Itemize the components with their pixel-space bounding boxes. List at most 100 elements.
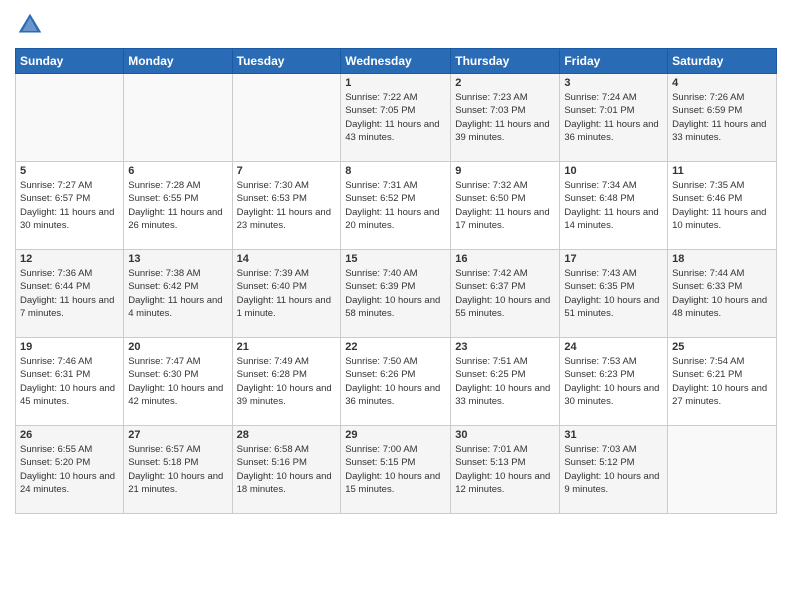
day-number: 5 xyxy=(20,165,119,177)
day-number: 21 xyxy=(237,341,337,353)
day-info: Sunrise: 7:27 AMSunset: 6:57 PMDaylight:… xyxy=(20,179,119,232)
day-number: 23 xyxy=(455,341,555,353)
calendar-cell: 21 Sunrise: 7:49 AMSunset: 6:28 PMDayligh… xyxy=(232,338,341,426)
day-info: Sunrise: 7:38 AMSunset: 6:42 PMDaylight:… xyxy=(128,267,227,320)
weekday-header-thursday: Thursday xyxy=(451,49,560,74)
calendar-cell: 27 Sunrise: 6:57 AMSunset: 5:18 PMDayligh… xyxy=(124,426,232,514)
calendar-cell: 1 Sunrise: 7:22 AMSunset: 7:05 PMDaylight… xyxy=(341,74,451,162)
calendar-cell: 18 Sunrise: 7:44 AMSunset: 6:33 PMDayligh… xyxy=(668,250,777,338)
calendar-cell: 13 Sunrise: 7:38 AMSunset: 6:42 PMDayligh… xyxy=(124,250,232,338)
weekday-header-wednesday: Wednesday xyxy=(341,49,451,74)
calendar-cell: 23 Sunrise: 7:51 AMSunset: 6:25 PMDayligh… xyxy=(451,338,560,426)
day-number: 27 xyxy=(128,429,227,441)
day-info: Sunrise: 7:46 AMSunset: 6:31 PMDaylight:… xyxy=(20,355,119,408)
calendar-cell: 6 Sunrise: 7:28 AMSunset: 6:55 PMDaylight… xyxy=(124,162,232,250)
day-info: Sunrise: 7:28 AMSunset: 6:55 PMDaylight:… xyxy=(128,179,227,232)
calendar-cell: 14Sunrise: 7:39 AMSunset: 6:40 PMDayligh… xyxy=(232,250,341,338)
day-number: 9 xyxy=(455,165,555,177)
day-number: 2 xyxy=(455,77,555,89)
day-info: Sunrise: 7:50 AMSunset: 6:26 PMDaylight:… xyxy=(345,355,446,408)
calendar-cell: 28 Sunrise: 6:58 AMSunset: 5:16 PMDayligh… xyxy=(232,426,341,514)
day-number: 20 xyxy=(128,341,227,353)
calendar-cell xyxy=(668,426,777,514)
calendar-cell xyxy=(124,74,232,162)
day-number: 31 xyxy=(564,429,663,441)
day-info: Sunrise: 7:31 AMSunset: 6:52 PMDaylight:… xyxy=(345,179,446,232)
weekday-header-sunday: Sunday xyxy=(16,49,124,74)
calendar-cell xyxy=(16,74,124,162)
weekday-header-row: SundayMondayTuesdayWednesdayThursdayFrid… xyxy=(16,49,777,74)
day-number: 8 xyxy=(345,165,446,177)
day-number: 12 xyxy=(20,253,119,265)
day-info: Sunrise: 7:00 AMSunset: 5:15 PMDaylight:… xyxy=(345,443,446,496)
day-info: Sunrise: 7:53 AMSunset: 6:23 PMDaylight:… xyxy=(564,355,663,408)
weekday-header-monday: Monday xyxy=(124,49,232,74)
day-info: Sunrise: 7:51 AMSunset: 6:25 PMDaylight:… xyxy=(455,355,555,408)
logo xyxy=(15,10,49,40)
day-number: 1 xyxy=(345,77,446,89)
day-number: 16 xyxy=(455,253,555,265)
calendar-cell: 4 Sunrise: 7:26 AMSunset: 6:59 PMDaylight… xyxy=(668,74,777,162)
day-number: 7 xyxy=(237,165,337,177)
day-number: 11 xyxy=(672,165,772,177)
day-info: Sunrise: 7:30 AMSunset: 6:53 PMDaylight:… xyxy=(237,179,337,232)
day-number: 3 xyxy=(564,77,663,89)
weekday-header-friday: Friday xyxy=(560,49,668,74)
day-info: Sunrise: 7:32 AMSunset: 6:50 PMDaylight:… xyxy=(455,179,555,232)
calendar-cell: 22 Sunrise: 7:50 AMSunset: 6:26 PMDayligh… xyxy=(341,338,451,426)
day-info: Sunrise: 7:43 AMSunset: 6:35 PMDaylight:… xyxy=(564,267,663,320)
calendar-cell: 9 Sunrise: 7:32 AMSunset: 6:50 PMDaylight… xyxy=(451,162,560,250)
day-number: 6 xyxy=(128,165,227,177)
calendar-cell: 11 Sunrise: 7:35 AMSunset: 6:46 PMDayligh… xyxy=(668,162,777,250)
weekday-header-saturday: Saturday xyxy=(668,49,777,74)
day-info: Sunrise: 7:03 AMSunset: 5:12 PMDaylight:… xyxy=(564,443,663,496)
calendar-cell: 24Sunrise: 7:53 AMSunset: 6:23 PMDayligh… xyxy=(560,338,668,426)
weekday-header-tuesday: Tuesday xyxy=(232,49,341,74)
calendar-cell: 29Sunrise: 7:00 AMSunset: 5:15 PMDayligh… xyxy=(341,426,451,514)
day-number: 17 xyxy=(564,253,663,265)
calendar-table: SundayMondayTuesdayWednesdayThursdayFrid… xyxy=(15,48,777,514)
day-info: Sunrise: 7:54 AMSunset: 6:21 PMDaylight:… xyxy=(672,355,772,408)
day-number: 19 xyxy=(20,341,119,353)
calendar-cell: 15Sunrise: 7:40 AMSunset: 6:39 PMDayligh… xyxy=(341,250,451,338)
calendar-cell: 26Sunrise: 6:55 AMSunset: 5:20 PMDayligh… xyxy=(16,426,124,514)
day-info: Sunrise: 7:49 AMSunset: 6:28 PMDaylight:… xyxy=(237,355,337,408)
day-info: Sunrise: 7:42 AMSunset: 6:37 PMDaylight:… xyxy=(455,267,555,320)
calendar-cell: 16 Sunrise: 7:42 AMSunset: 6:37 PMDayligh… xyxy=(451,250,560,338)
header xyxy=(15,10,777,40)
day-number: 10 xyxy=(564,165,663,177)
day-info: Sunrise: 7:39 AMSunset: 6:40 PMDaylight:… xyxy=(237,267,337,320)
calendar-week-row: 19 Sunrise: 7:46 AMSunset: 6:31 PMDayligh… xyxy=(16,338,777,426)
day-info: Sunrise: 7:01 AMSunset: 5:13 PMDaylight:… xyxy=(455,443,555,496)
calendar-cell: 17 Sunrise: 7:43 AMSunset: 6:35 PMDayligh… xyxy=(560,250,668,338)
calendar-cell: 8 Sunrise: 7:31 AMSunset: 6:52 PMDaylight… xyxy=(341,162,451,250)
calendar-week-row: 5 Sunrise: 7:27 AMSunset: 6:57 PMDaylight… xyxy=(16,162,777,250)
day-number: 13 xyxy=(128,253,227,265)
day-info: Sunrise: 7:36 AMSunset: 6:44 PMDaylight:… xyxy=(20,267,119,320)
logo-icon xyxy=(15,10,45,40)
day-number: 18 xyxy=(672,253,772,265)
day-info: Sunrise: 7:35 AMSunset: 6:46 PMDaylight:… xyxy=(672,179,772,232)
day-info: Sunrise: 7:23 AMSunset: 7:03 PMDaylight:… xyxy=(455,91,555,144)
calendar-cell: 20 Sunrise: 7:47 AMSunset: 6:30 PMDayligh… xyxy=(124,338,232,426)
day-info: Sunrise: 7:26 AMSunset: 6:59 PMDaylight:… xyxy=(672,91,772,144)
day-number: 28 xyxy=(237,429,337,441)
day-number: 4 xyxy=(672,77,772,89)
day-info: Sunrise: 6:57 AMSunset: 5:18 PMDaylight:… xyxy=(128,443,227,496)
day-info: Sunrise: 7:22 AMSunset: 7:05 PMDaylight:… xyxy=(345,91,446,144)
day-info: Sunrise: 6:58 AMSunset: 5:16 PMDaylight:… xyxy=(237,443,337,496)
calendar-week-row: 12 Sunrise: 7:36 AMSunset: 6:44 PMDayligh… xyxy=(16,250,777,338)
day-number: 30 xyxy=(455,429,555,441)
day-info: Sunrise: 7:34 AMSunset: 6:48 PMDaylight:… xyxy=(564,179,663,232)
day-info: Sunrise: 7:40 AMSunset: 6:39 PMDaylight:… xyxy=(345,267,446,320)
calendar-cell: 25Sunrise: 7:54 AMSunset: 6:21 PMDayligh… xyxy=(668,338,777,426)
calendar-cell: 3 Sunrise: 7:24 AMSunset: 7:01 PMDaylight… xyxy=(560,74,668,162)
day-info: Sunrise: 7:47 AMSunset: 6:30 PMDaylight:… xyxy=(128,355,227,408)
calendar-cell: 5 Sunrise: 7:27 AMSunset: 6:57 PMDaylight… xyxy=(16,162,124,250)
calendar-cell xyxy=(232,74,341,162)
day-info: Sunrise: 7:24 AMSunset: 7:01 PMDaylight:… xyxy=(564,91,663,144)
day-number: 22 xyxy=(345,341,446,353)
calendar-cell: 31 Sunrise: 7:03 AMSunset: 5:12 PMDayligh… xyxy=(560,426,668,514)
day-info: Sunrise: 7:44 AMSunset: 6:33 PMDaylight:… xyxy=(672,267,772,320)
calendar-cell: 30 Sunrise: 7:01 AMSunset: 5:13 PMDayligh… xyxy=(451,426,560,514)
